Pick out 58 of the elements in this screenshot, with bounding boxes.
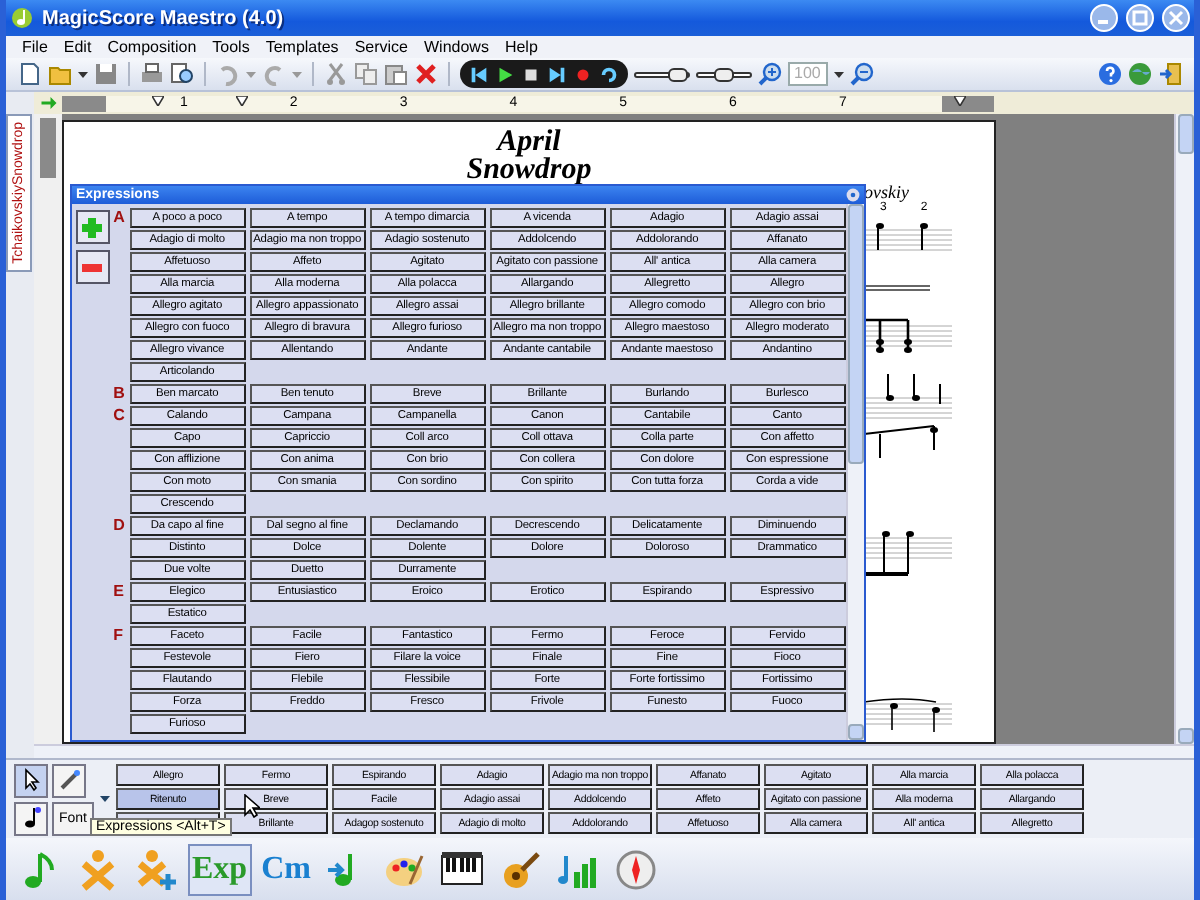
menu-item[interactable]: Edit [55, 38, 100, 56]
zoom-out-icon[interactable] [850, 62, 874, 86]
caret-icon[interactable] [98, 792, 112, 806]
print-preview-icon[interactable] [170, 62, 194, 86]
section-letter: B [113, 384, 127, 404]
menu-item[interactable]: File [14, 38, 56, 56]
copy-icon[interactable] [354, 62, 378, 86]
composer-name: ovskiy [864, 184, 911, 202]
menu-item[interactable]: Composition [99, 38, 205, 56]
arrow-icon[interactable] [39, 94, 57, 112]
section-letter: D [113, 516, 127, 538]
horizontal-scrollbar[interactable] [34, 744, 1194, 758]
vertical-scrollbar[interactable] [1174, 114, 1194, 744]
slider-thumb[interactable] [667, 67, 688, 81]
add-button[interactable] [75, 210, 110, 244]
print-icon[interactable] [140, 62, 164, 86]
score-title: April [497, 128, 561, 156]
menu-item[interactable]: Tools [204, 38, 258, 56]
menu-item[interactable]: Help [496, 38, 546, 56]
loop-icon[interactable] [598, 63, 620, 85]
maximize-button[interactable] [1126, 4, 1154, 32]
delete-icon[interactable] [414, 62, 438, 86]
section-letter: A [113, 208, 127, 230]
scrollbar-thumb[interactable] [1177, 114, 1193, 154]
slider[interactable] [696, 71, 752, 77]
mouse-cursor-icon [244, 794, 260, 818]
menu-item[interactable]: Templates [257, 38, 347, 56]
section-letter: E [113, 582, 126, 604]
help-icon[interactable] [1098, 62, 1122, 86]
panel-scrollbar[interactable] [845, 204, 864, 740]
score-subtitle: Snowdrop [466, 156, 592, 184]
close-icon [1168, 10, 1184, 26]
paste-icon[interactable] [384, 62, 408, 86]
skip-back-icon[interactable] [468, 63, 490, 85]
close-button[interactable] [1162, 4, 1190, 32]
scrollbar-thumb[interactable] [40, 118, 56, 178]
app-logo-icon [10, 6, 34, 30]
plus-icon [80, 215, 105, 239]
slider-thumb[interactable] [714, 67, 734, 81]
zoom-in-icon[interactable] [758, 62, 782, 86]
menu-item[interactable]: Windows [416, 38, 497, 56]
exit-icon[interactable] [1158, 62, 1182, 86]
new-file-icon[interactable] [18, 62, 42, 86]
section-letter: C [113, 406, 127, 428]
section-letter: F [113, 626, 125, 648]
close-icon[interactable] [846, 188, 860, 202]
menu-item[interactable]: Service [346, 38, 416, 56]
maximize-icon [1132, 10, 1148, 26]
remove-button[interactable] [75, 250, 110, 284]
skip-forward-icon[interactable] [546, 63, 568, 85]
slider[interactable] [634, 71, 690, 77]
window-title: MagicScore Maestro (4.0) [42, 7, 286, 29]
minus-icon [80, 263, 105, 271]
play-icon[interactable] [494, 63, 516, 85]
scrollbar-thumb[interactable] [847, 204, 864, 464]
cut-icon[interactable] [324, 62, 348, 86]
globe-icon[interactable] [1128, 62, 1152, 86]
minimize-button[interactable] [1090, 4, 1118, 32]
